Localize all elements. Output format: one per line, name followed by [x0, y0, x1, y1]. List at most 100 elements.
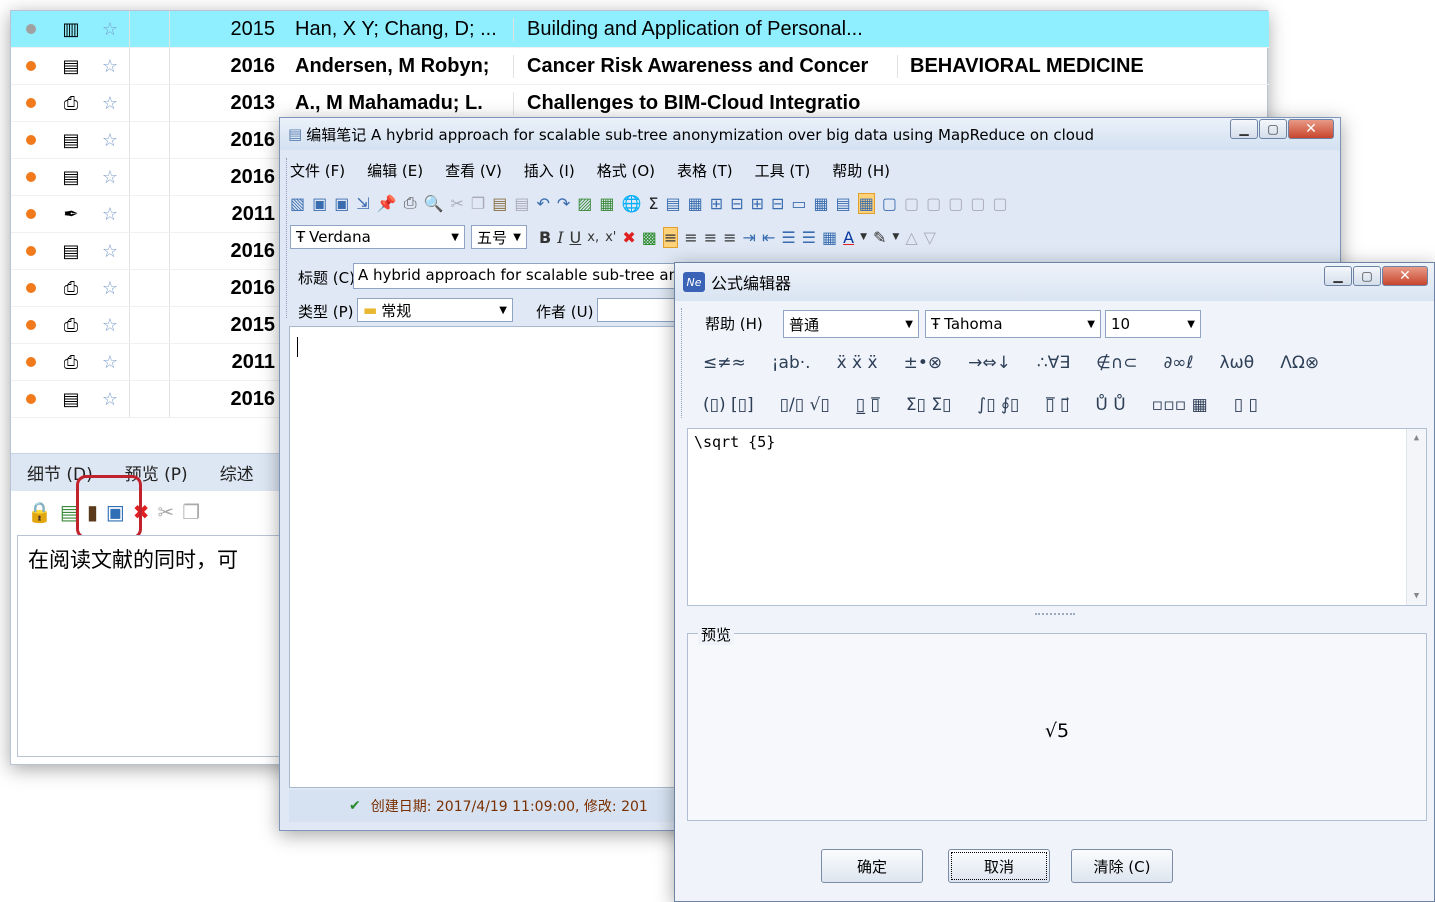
underline-button[interactable]: U [570, 228, 582, 247]
align-right-icon[interactable]: ≡ [704, 228, 717, 247]
clipboard-icon[interactable]: ▤ [666, 194, 681, 213]
formula-font-select[interactable]: Ŧ Tahoma ▼ [925, 310, 1101, 338]
undo-icon[interactable]: ↶ [536, 194, 549, 213]
star-icon[interactable]: ☆ [91, 389, 129, 410]
star-icon[interactable]: ☆ [91, 56, 129, 77]
bullet-list-icon[interactable]: ☰ [802, 228, 816, 247]
up-arrow-icon[interactable]: △ [905, 228, 917, 247]
set-symbols-button[interactable]: ∉∩⊂ [1096, 353, 1138, 373]
bar-arrow-templates-button[interactable]: ▯̅ ▯⃗ [1045, 395, 1069, 415]
bold-button[interactable]: B [539, 228, 551, 247]
font-size-select[interactable]: 五号 ▼ [471, 225, 527, 249]
menu-file[interactable]: 文件 (F) [290, 160, 345, 181]
insert-row-icon[interactable]: ⊞ [751, 194, 764, 213]
superscript-button[interactable]: x' [605, 230, 616, 245]
formula-size-select[interactable]: 10 ▼ [1105, 310, 1201, 338]
star-icon[interactable]: ☆ [91, 315, 129, 336]
note-type-select[interactable]: ▬ 常规 ▼ [357, 298, 513, 322]
highlight-color-icon[interactable]: ▩ [642, 228, 657, 247]
chevron-down-icon[interactable]: ▼ [892, 232, 899, 242]
misc-symbols-button[interactable]: ∂∞ℓ [1164, 353, 1194, 373]
menu-tools[interactable]: 工具 (T) [755, 160, 811, 181]
box-templates-button[interactable]: ▯ ▯ [1234, 395, 1258, 415]
note-title-input[interactable]: A hybrid approach for scalable sub-tree … [353, 263, 683, 289]
greek-upper-button[interactable]: ΛΩ⊗ [1280, 353, 1319, 373]
logic-symbols-button[interactable]: ∴∀∃ [1037, 353, 1070, 373]
image-icon[interactable]: ▨ [577, 194, 592, 213]
star-icon[interactable]: ☆ [91, 204, 129, 225]
formula-icon[interactable]: Σ [648, 194, 658, 213]
copy-icon[interactable]: ❐ [182, 500, 200, 524]
close-button[interactable]: ✕ [1288, 119, 1334, 139]
star-icon[interactable]: ☆ [91, 352, 129, 373]
align-left-icon[interactable]: ≡ [662, 226, 679, 248]
insert-column-icon[interactable]: ⊞ [710, 194, 723, 213]
print-preview-icon[interactable]: 🔍 [424, 194, 444, 213]
save-as-icon[interactable]: ▣ [334, 194, 349, 213]
maximize-button[interactable]: ▢ [1259, 119, 1287, 139]
spacing-symbols-button[interactable]: ¡ab·. [772, 353, 811, 373]
star-icon[interactable]: ☆ [91, 278, 129, 299]
split-cells-icon[interactable]: ▦ [814, 194, 829, 213]
clear-format-icon[interactable]: ✖ [622, 228, 635, 247]
font-select[interactable]: Ŧ Verdana ▼ [290, 225, 465, 249]
menu-format[interactable]: 格式 (O) [597, 160, 655, 181]
border-icon[interactable]: ▢ [926, 194, 941, 213]
greek-lower-button[interactable]: λωθ [1220, 353, 1255, 373]
menu-edit[interactable]: 编辑 (E) [367, 160, 423, 181]
product-templates-button[interactable]: Ů Ů [1095, 395, 1125, 415]
integral-templates-button[interactable]: ∫▯ ∮▯ [977, 395, 1019, 415]
border-icon[interactable]: ▢ [904, 194, 919, 213]
copy-icon[interactable]: ❐ [471, 194, 485, 213]
vertical-scrollbar[interactable]: ▲ ▼ [1406, 429, 1426, 605]
tab-summary[interactable]: 综述 [204, 460, 270, 485]
fence-templates-button[interactable]: (▯) [▯] [703, 395, 754, 415]
star-icon[interactable]: ☆ [91, 130, 129, 151]
minimize-button[interactable]: ▁ [1324, 266, 1352, 286]
style-select[interactable]: 普通 ▼ [783, 310, 919, 338]
insert-table-icon[interactable]: ▦ [688, 194, 703, 213]
border-icon[interactable]: ▢ [882, 194, 897, 213]
table-icon[interactable]: ▦ [599, 194, 614, 213]
close-button[interactable]: ✕ [1382, 266, 1428, 286]
arrow-symbols-button[interactable]: →⇔↓ [968, 353, 1011, 373]
down-arrow-icon[interactable]: ▽ [924, 228, 936, 247]
lock-icon[interactable]: 🔒 [27, 500, 52, 524]
star-icon[interactable]: ☆ [91, 19, 129, 40]
border-icon[interactable]: ▢ [948, 194, 963, 213]
cut-icon[interactable]: ✂ [158, 500, 175, 524]
print-icon[interactable]: ⎙ [404, 193, 417, 213]
ok-button[interactable]: 确定 [821, 849, 923, 883]
cut-icon[interactable]: ✂ [450, 194, 463, 213]
summation-templates-button[interactable]: Σ▯ Σ▯ [906, 395, 952, 415]
relation-symbols-button[interactable]: ≤≠≈ [703, 353, 746, 373]
align-center-icon[interactable]: ≡ [684, 228, 697, 247]
link-icon[interactable]: 🌐 [622, 194, 642, 213]
merge-cells-icon[interactable]: ▭ [791, 194, 806, 213]
table-format-icon[interactable]: ▦ [822, 228, 837, 247]
clear-button[interactable]: 清除 (C) [1071, 849, 1173, 883]
menu-insert[interactable]: 插入 (I) [524, 160, 575, 181]
paste-icon[interactable]: ▤ [492, 194, 507, 213]
star-icon[interactable]: ☆ [91, 241, 129, 262]
table-props-icon[interactable]: ▤ [836, 194, 851, 213]
note-body-editor[interactable] [289, 326, 684, 788]
chevron-down-icon[interactable]: ▼ [860, 232, 867, 242]
justify-icon[interactable]: ≡ [723, 228, 736, 247]
embellishment-button[interactable]: ẍ ẍ ẍ [837, 353, 878, 373]
matrix-templates-button[interactable]: ▫▫▫ ▦ [1152, 395, 1208, 415]
star-icon[interactable]: ☆ [91, 167, 129, 188]
font-color-icon[interactable]: A [843, 228, 854, 247]
new-icon[interactable]: ▧ [290, 194, 305, 213]
cancel-button[interactable]: 取消 [948, 849, 1050, 883]
scroll-up-icon[interactable]: ▲ [1414, 433, 1419, 443]
numbered-list-icon[interactable]: ☰ [781, 228, 795, 247]
export-icon[interactable]: ⇲ [356, 194, 369, 213]
spellcheck-icon[interactable]: ✔ [349, 798, 361, 814]
menu-table[interactable]: 表格 (T) [677, 160, 733, 181]
menu-view[interactable]: 查看 (V) [445, 160, 502, 181]
paste-special-icon[interactable]: ▤ [514, 194, 529, 213]
help-menu[interactable]: 帮助 (H) [705, 313, 763, 334]
fraction-radical-button[interactable]: ▯/▯ √▯ [780, 395, 830, 415]
subscript-button[interactable]: x, [587, 230, 599, 245]
